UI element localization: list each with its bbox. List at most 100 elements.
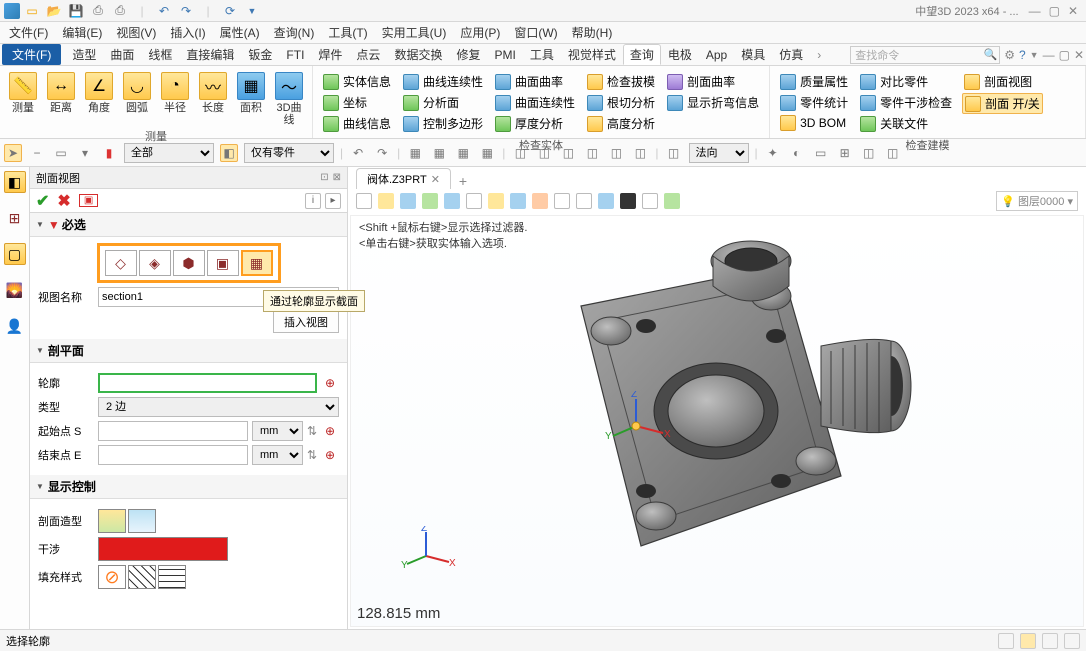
t6-icon[interactable]: ▦ xyxy=(478,144,496,162)
coord-button[interactable]: 坐标 xyxy=(321,93,393,112)
fill-hatch1[interactable] xyxy=(128,565,156,589)
radius-button[interactable]: ◔半径 xyxy=(157,70,193,114)
pin-icon[interactable]: ⊡ xyxy=(320,172,328,183)
status-ic4[interactable] xyxy=(1064,633,1080,649)
unit-select[interactable]: mm xyxy=(252,421,303,441)
tab-sim[interactable]: 仿真 xyxy=(772,44,810,65)
cancel-button[interactable]: ✖ xyxy=(57,191,70,211)
type-select[interactable]: 2 边 xyxy=(98,397,339,417)
tab-dedit[interactable]: 直接编辑 xyxy=(179,44,241,65)
menu-edit[interactable]: 编辑(E) xyxy=(55,22,109,43)
tab-wire[interactable]: 线框 xyxy=(141,44,179,65)
tab-overflow-icon[interactable]: › xyxy=(810,46,828,64)
angle-button[interactable]: ∠角度 xyxy=(81,70,117,114)
tab-fti[interactable]: FTI xyxy=(279,46,311,64)
bom-button[interactable]: 3D BOM xyxy=(778,114,850,132)
height-analysis-button[interactable]: 高度分析 xyxy=(585,114,657,133)
direction-select[interactable]: 法向 xyxy=(689,143,749,163)
menu-insert[interactable]: 插入(I) xyxy=(163,22,212,43)
t12-icon[interactable]: ◫ xyxy=(631,144,649,162)
v15-icon[interactable] xyxy=(664,193,680,209)
print2-icon[interactable]: ⎙ xyxy=(112,3,128,19)
nav-scene-icon[interactable]: 🌄 xyxy=(4,279,26,301)
tab-dex[interactable]: 数据交换 xyxy=(387,44,449,65)
profile-opt-3[interactable]: ⬢ xyxy=(173,250,205,276)
print-icon[interactable]: ⎙ xyxy=(90,3,106,19)
analysis-face-button[interactable]: 分析面 xyxy=(401,93,485,112)
menu-help[interactable]: 帮助(H) xyxy=(565,22,620,43)
v12-icon[interactable] xyxy=(598,193,614,209)
t17-icon[interactable]: ⊞ xyxy=(836,144,854,162)
v11-icon[interactable] xyxy=(576,193,592,209)
minimize-icon[interactable]: — xyxy=(1029,4,1041,18)
t7-icon[interactable]: ◫ xyxy=(511,144,529,162)
refresh-icon[interactable]: ⟳ xyxy=(222,3,238,19)
nav-sketch-icon[interactable]: ⊞ xyxy=(4,207,26,229)
filter-select2[interactable]: 仅有零件 xyxy=(244,143,334,163)
insert-view-button[interactable]: 插入视图 xyxy=(273,311,339,333)
profile-opt-1[interactable]: ◇ xyxy=(105,250,137,276)
interference-button[interactable]: 零件干涉检查 xyxy=(858,93,954,112)
menu-tool[interactable]: 工具(T) xyxy=(321,22,374,43)
tab-shape[interactable]: 造型 xyxy=(65,44,103,65)
arc-button[interactable]: ◡圆弧 xyxy=(119,70,155,114)
t3-icon[interactable]: ▦ xyxy=(406,144,424,162)
menu-util[interactable]: 实用工具(U) xyxy=(375,22,454,43)
select-icon[interactable]: ▭ xyxy=(52,144,70,162)
surface-curvature-button[interactable]: 曲面曲率 xyxy=(493,72,577,91)
t9-icon[interactable]: ◫ xyxy=(559,144,577,162)
section-view-button[interactable]: 剖面视图 xyxy=(962,72,1043,91)
v6-icon[interactable] xyxy=(466,193,482,209)
command-search[interactable]: 查找命令🔍 xyxy=(850,46,1000,64)
minus-icon[interactable]: − xyxy=(28,144,46,162)
settings-icon[interactable]: ⚙ xyxy=(1004,48,1015,62)
save-icon[interactable]: 💾 xyxy=(68,3,84,19)
t1-icon[interactable]: ↶ xyxy=(349,144,367,162)
menu-file[interactable]: 文件(F) xyxy=(2,22,55,43)
curve3d-button[interactable]: 〜3D曲线 xyxy=(271,70,307,126)
box-icon[interactable]: ◧ xyxy=(220,144,238,162)
v10-icon[interactable] xyxy=(554,193,570,209)
tab-pcl[interactable]: 点云 xyxy=(349,44,387,65)
filter-select[interactable]: 全部 xyxy=(124,143,214,163)
section-display[interactable]: 显示控制 xyxy=(30,475,347,499)
t16-icon[interactable]: ▭ xyxy=(812,144,830,162)
tab-repair[interactable]: 修复 xyxy=(449,44,487,65)
t14-icon[interactable]: ✦ xyxy=(764,144,782,162)
v8-icon[interactable] xyxy=(510,193,526,209)
t10-icon[interactable]: ◫ xyxy=(583,144,601,162)
fill-none[interactable]: ⊘ xyxy=(98,565,126,589)
style-solid[interactable] xyxy=(98,509,126,533)
section-plane[interactable]: 剖平面 xyxy=(30,339,347,363)
dropdown-icon[interactable]: ▾ xyxy=(76,144,94,162)
tab-surf[interactable]: 曲面 xyxy=(103,44,141,65)
menu-attr[interactable]: 属性(A) xyxy=(213,22,267,43)
panel-close-icon[interactable]: ⊠ xyxy=(333,172,341,183)
entity-info-button[interactable]: 实体信息 xyxy=(321,72,393,91)
v7-icon[interactable] xyxy=(488,193,504,209)
spinner-icon[interactable]: ⇅ xyxy=(307,424,317,438)
v3-icon[interactable] xyxy=(400,193,416,209)
menu-query[interactable]: 查询(N) xyxy=(267,22,322,43)
nav-user-icon[interactable]: 👤 xyxy=(4,315,26,337)
t15-icon[interactable]: ◐ xyxy=(788,144,806,162)
expand-icon[interactable]: ▸ xyxy=(325,193,341,209)
section-required[interactable]: ▼必选 xyxy=(30,213,347,237)
tab-vstyle[interactable]: 视觉样式 xyxy=(561,44,623,65)
v4-icon[interactable] xyxy=(422,193,438,209)
nav-box-icon[interactable]: ▢ xyxy=(4,243,26,265)
measure-button[interactable]: 📏测量 xyxy=(5,70,41,114)
color-icon[interactable]: ▮ xyxy=(100,144,118,162)
fill-hatch2[interactable] xyxy=(158,565,186,589)
status-ic2[interactable] xyxy=(1020,633,1036,649)
thickness-button[interactable]: 厚度分析 xyxy=(493,114,577,133)
area-button[interactable]: ▦面积 xyxy=(233,70,269,114)
maximize-icon[interactable]: ▢ xyxy=(1049,4,1060,18)
style-trans[interactable] xyxy=(128,509,156,533)
profile-input[interactable] xyxy=(98,373,317,393)
t5-icon[interactable]: ▦ xyxy=(454,144,472,162)
menu-window[interactable]: 窗口(W) xyxy=(507,22,564,43)
section-toggle-button[interactable]: 剖面 开/关 xyxy=(962,93,1043,114)
draft-check-button[interactable]: 检查拔模 xyxy=(585,72,657,91)
info-icon[interactable]: i xyxy=(305,193,321,209)
